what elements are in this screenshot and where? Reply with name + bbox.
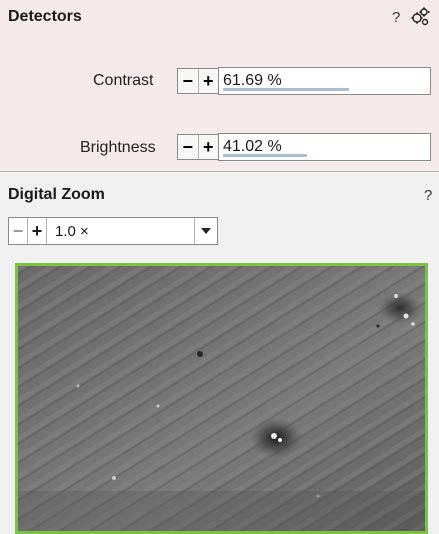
- brightness-label: Brightness: [80, 139, 156, 156]
- detectors-title: Detectors: [8, 8, 82, 25]
- contrast-label: Contrast: [93, 72, 154, 89]
- contrast-value: 61.69 %: [223, 72, 282, 89]
- digital-zoom-panel: Digital Zoom ? − + 1.0 ×: [0, 172, 439, 534]
- zoom-select[interactable]: − + 1.0 ×: [8, 217, 218, 245]
- contrast-input[interactable]: 61.69 %: [218, 67, 431, 95]
- sem-preview-image[interactable]: [15, 263, 428, 534]
- contrast-stepper: − +: [177, 68, 219, 94]
- triangle-down-icon[interactable]: [194, 218, 217, 244]
- brightness-level-bar: [223, 154, 308, 157]
- contrast-level-bar: [223, 88, 350, 91]
- detectors-help-button[interactable]: ?: [392, 9, 400, 26]
- zoom-increase-button[interactable]: +: [28, 218, 47, 244]
- digital-zoom-help-button[interactable]: ?: [424, 187, 432, 204]
- brightness-stepper: − +: [177, 134, 219, 160]
- brightness-value: 41.02 %: [223, 138, 282, 155]
- contrast-increase-button[interactable]: +: [197, 69, 219, 93]
- digital-zoom-title: Digital Zoom: [8, 186, 105, 203]
- detectors-panel: Detectors ? Contrast − + 61.69 % Brightn…: [0, 0, 439, 172]
- zoom-decrease-button[interactable]: −: [9, 218, 28, 244]
- gear-cluster-icon[interactable]: [409, 5, 431, 27]
- brightness-decrease-button[interactable]: −: [178, 135, 198, 159]
- brightness-input[interactable]: 41.02 %: [218, 133, 431, 161]
- brightness-increase-button[interactable]: +: [197, 135, 219, 159]
- contrast-decrease-button[interactable]: −: [178, 69, 198, 93]
- sem-preview-graphic: [18, 266, 425, 531]
- zoom-value: 1.0 ×: [55, 222, 89, 240]
